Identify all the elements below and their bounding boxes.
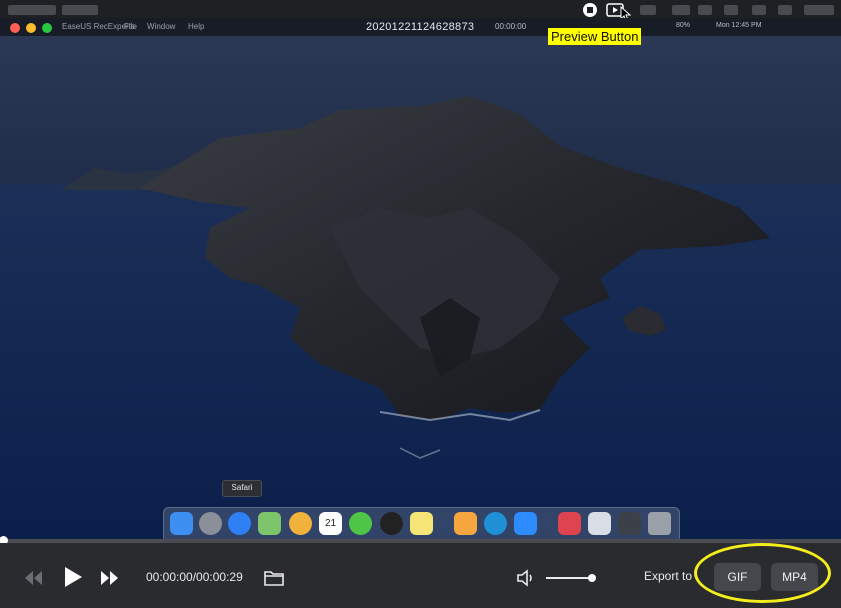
volume-slider[interactable] xyxy=(546,574,596,582)
skip-back-icon[interactable] xyxy=(24,570,44,586)
recexperts-icon[interactable] xyxy=(558,512,581,535)
notes-icon[interactable] xyxy=(410,512,433,535)
video-player[interactable]: EaseUS RecExperts File Window Help 20201… xyxy=(0,18,841,540)
maps-icon[interactable] xyxy=(258,512,281,535)
blurred-status-item xyxy=(698,5,712,15)
recorded-menu-window: Window xyxy=(147,22,176,31)
zoom-icon[interactable] xyxy=(514,512,537,535)
blurred-status-item xyxy=(672,5,690,15)
recorder-icon[interactable] xyxy=(618,512,641,535)
launchpad-icon[interactable] xyxy=(199,512,222,535)
calendar-day: 21 xyxy=(324,518,337,529)
export-to-label: Export to xyxy=(644,569,693,583)
maximize-window-icon[interactable] xyxy=(42,23,52,33)
preview-button-callout: Preview Button xyxy=(548,28,642,45)
minimize-window-icon[interactable] xyxy=(26,23,36,33)
blurred-app-name xyxy=(8,5,56,15)
recorded-menubar: EaseUS RecExperts File Window Help 20201… xyxy=(0,18,841,36)
dock-tooltip: Safari xyxy=(222,480,262,497)
recorded-menu-help: Help xyxy=(188,22,205,31)
export-buttons-highlight xyxy=(694,543,831,603)
wallpaper-image xyxy=(0,18,841,540)
trash-icon[interactable] xyxy=(648,512,671,535)
recording-filename: 20201221124628873 xyxy=(366,21,475,33)
blurred-menu xyxy=(62,5,98,15)
stop-record-icon[interactable] xyxy=(582,2,598,18)
recorded-menu-file: File xyxy=(124,22,137,31)
edge-icon[interactable] xyxy=(484,512,507,535)
blurred-status-item xyxy=(640,5,656,15)
qq-icon[interactable] xyxy=(380,512,403,535)
close-window-icon[interactable] xyxy=(10,23,20,33)
pages-icon[interactable] xyxy=(454,512,477,535)
calendar-icon[interactable]: 21 xyxy=(319,512,342,535)
finder-icon[interactable] xyxy=(170,512,193,535)
blurred-status-item xyxy=(752,5,766,15)
photos-icon[interactable] xyxy=(289,512,312,535)
wechat-icon[interactable] xyxy=(349,512,372,535)
safari-icon[interactable] xyxy=(228,512,251,535)
skip-forward-icon[interactable] xyxy=(100,570,120,586)
battery-level: 80% xyxy=(676,22,691,29)
blurred-status-item xyxy=(778,5,792,15)
blurred-status-item xyxy=(804,5,834,15)
volume-knob[interactable] xyxy=(588,574,596,582)
playback-time: 00:00:00/00:00:29 xyxy=(146,570,243,584)
host-menubar xyxy=(0,0,841,22)
volume-icon[interactable] xyxy=(517,569,539,587)
screenshot-icon[interactable] xyxy=(588,512,611,535)
menubar-clock: Mon 12:45 PM xyxy=(716,22,762,29)
recording-timer: 00:00:00 xyxy=(495,22,527,31)
blurred-status-item xyxy=(724,5,738,15)
folder-icon[interactable] xyxy=(264,570,284,586)
dock-tooltip-label: Safari xyxy=(231,483,253,492)
play-icon[interactable] xyxy=(63,566,83,588)
